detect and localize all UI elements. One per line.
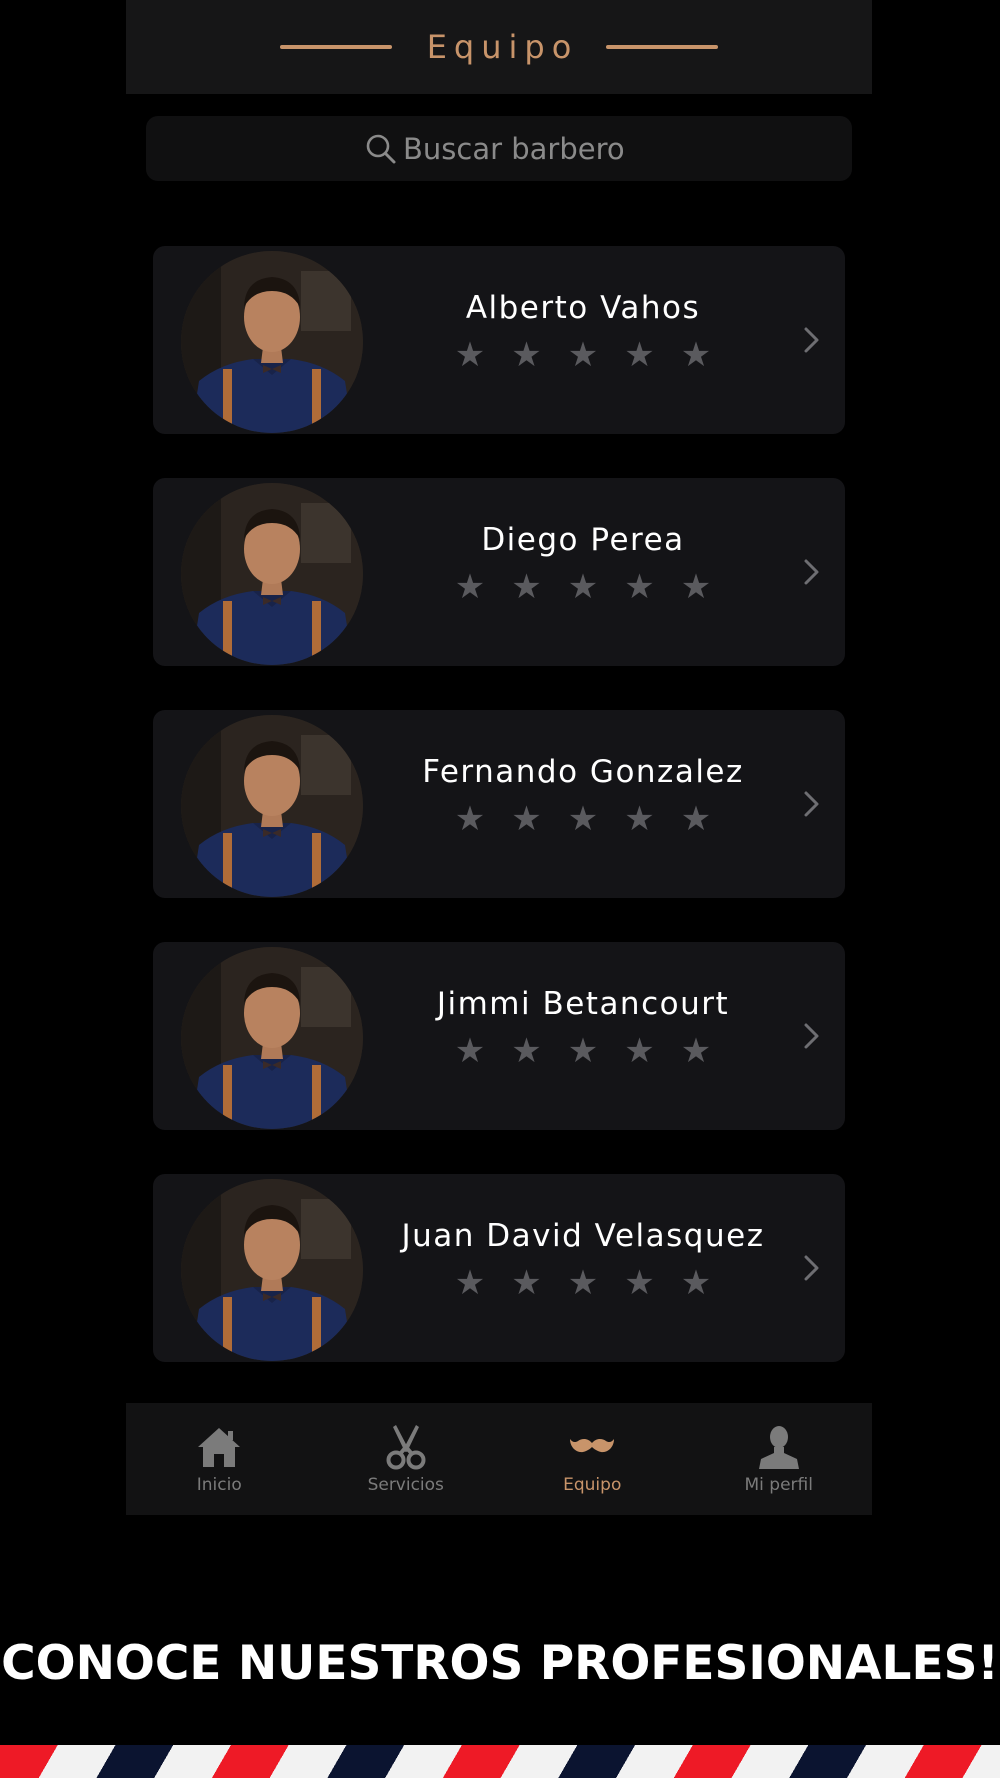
star-rating: ★ ★ ★ ★ ★: [383, 1266, 783, 1300]
barber-info: Fernando Gonzalez ★ ★ ★ ★ ★: [383, 710, 783, 898]
star-icon: ★: [567, 1031, 599, 1071]
star-icon: ★: [567, 335, 599, 375]
chevron-right-icon: [804, 1255, 819, 1281]
star-icon: ★: [511, 799, 542, 839]
avatar: [181, 1179, 363, 1361]
tab-label-mi-perfil: Mi perfil: [744, 1475, 813, 1495]
chevron-right-icon: [804, 559, 819, 585]
scissors-icon: [386, 1425, 426, 1470]
star-icon: ★: [567, 1263, 599, 1303]
barber-info: Juan David Velasquez ★ ★ ★ ★ ★: [383, 1174, 783, 1362]
barber-list: Alberto Vahos ★ ★ ★ ★ ★ Diego Perea ★ ★ …: [153, 246, 845, 1406]
tab-servicios[interactable]: Servicios: [313, 1403, 500, 1515]
header: Equipo: [126, 0, 872, 94]
user-icon: [758, 1426, 799, 1469]
star-icon: ★: [454, 1263, 486, 1303]
star-icon: ★: [680, 799, 712, 839]
star-rating: ★ ★ ★ ★ ★: [383, 570, 783, 604]
barber-info: Jimmi Betancourt ★ ★ ★ ★ ★: [383, 942, 783, 1130]
barber-photo: [181, 947, 363, 1129]
avatar: [181, 251, 363, 433]
star-icon: ★: [511, 1031, 542, 1071]
barber-name: Fernando Gonzalez: [422, 754, 744, 790]
star-icon: ★: [511, 335, 542, 375]
star-icon: ★: [624, 799, 655, 839]
barber-photo: [181, 251, 363, 433]
star-icon: ★: [454, 335, 486, 375]
barber-photo: [181, 483, 363, 665]
star-icon: ★: [624, 567, 655, 607]
star-icon: ★: [624, 1263, 655, 1303]
barber-pole-stripes: [0, 1745, 1000, 1778]
star-icon: ★: [680, 335, 712, 375]
barber-photo: [181, 715, 363, 897]
home-icon: [198, 1428, 241, 1467]
star-icon: ★: [454, 799, 486, 839]
star-icon: ★: [680, 567, 712, 607]
star-rating: ★ ★ ★ ★ ★: [383, 802, 783, 836]
star-icon: ★: [567, 799, 599, 839]
barber-card[interactable]: Fernando Gonzalez ★ ★ ★ ★ ★: [153, 710, 845, 898]
promo-banner-text: CONOCE NUESTROS PROFESIONALES!: [1, 1636, 999, 1691]
star-icon: ★: [567, 567, 599, 607]
search-icon: [366, 134, 396, 163]
barber-info: Diego Perea ★ ★ ★ ★ ★: [383, 478, 783, 666]
barber-name: Jimmi Betancourt: [436, 986, 730, 1022]
tab-label-equipo: Equipo: [563, 1475, 622, 1495]
avatar: [181, 483, 363, 665]
star-icon: ★: [454, 567, 486, 607]
bottom-tab-bar: Inicio Servicios Equipo Mi perfil: [126, 1403, 872, 1515]
barber-name: Alberto Vahos: [465, 290, 701, 326]
star-icon: ★: [624, 1031, 655, 1071]
star-icon: ★: [680, 1031, 712, 1071]
header-line-right: [606, 45, 719, 49]
search-bar[interactable]: [146, 116, 852, 181]
star-icon: ★: [511, 1263, 542, 1303]
star-rating: ★ ★ ★ ★ ★: [383, 338, 783, 372]
barber-name: Juan David Velasquez: [401, 1218, 765, 1254]
star-icon: ★: [511, 567, 542, 607]
barber-card[interactable]: Diego Perea ★ ★ ★ ★ ★: [153, 478, 845, 666]
chevron-right-icon: [804, 327, 819, 353]
tab-inicio[interactable]: Inicio: [126, 1403, 313, 1515]
search-input[interactable]: [403, 131, 633, 166]
mustache-icon: [570, 1438, 615, 1453]
barber-photo: [181, 1179, 363, 1361]
barber-card[interactable]: Juan David Velasquez ★ ★ ★ ★ ★: [153, 1174, 845, 1362]
tab-equipo[interactable]: Equipo: [499, 1403, 686, 1515]
star-icon: ★: [624, 335, 655, 375]
tab-mi-perfil[interactable]: Mi perfil: [686, 1403, 873, 1515]
barber-info: Alberto Vahos ★ ★ ★ ★ ★: [383, 246, 783, 434]
app-screen: Equipo Alberto Vah: [126, 0, 872, 1515]
header-line-left: [279, 45, 392, 49]
avatar: [181, 715, 363, 897]
barber-card[interactable]: Jimmi Betancourt ★ ★ ★ ★ ★: [153, 942, 845, 1130]
star-icon: ★: [454, 1031, 486, 1071]
page-title: Equipo: [426, 28, 579, 66]
barber-card[interactable]: Alberto Vahos ★ ★ ★ ★ ★: [153, 246, 845, 434]
chevron-right-icon: [804, 791, 819, 817]
star-icon: ★: [680, 1263, 712, 1303]
barber-name: Diego Perea: [481, 522, 685, 558]
star-rating: ★ ★ ★ ★ ★: [383, 1034, 783, 1068]
tab-label-inicio: Inicio: [196, 1475, 242, 1495]
chevron-right-icon: [804, 1023, 819, 1049]
tab-label-servicios: Servicios: [367, 1475, 444, 1495]
avatar: [181, 947, 363, 1129]
